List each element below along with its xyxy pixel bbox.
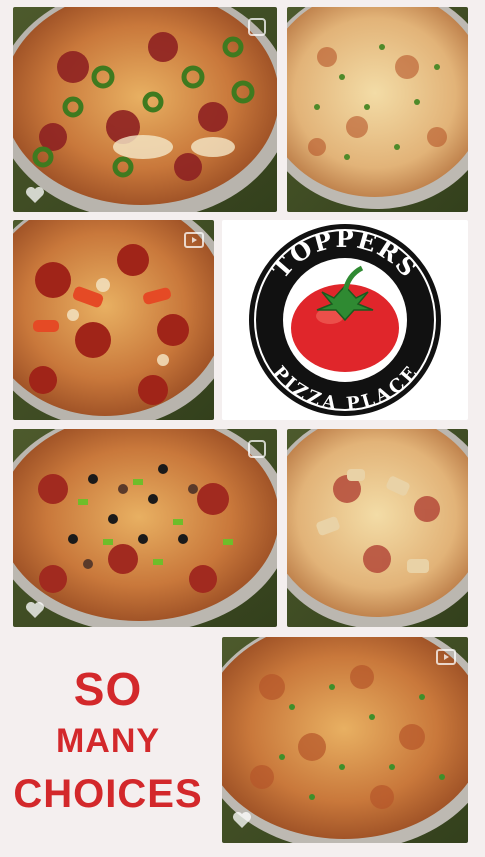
- tagline-line-2: MANY: [55, 722, 161, 760]
- play-icon: [436, 647, 456, 667]
- tagline-line-3: CHOICES: [13, 772, 203, 816]
- multi-image-icon: [247, 439, 267, 459]
- pizza-photo-chicken-ham[interactable]: [287, 429, 468, 627]
- pizza-photo-jalapeno[interactable]: [13, 7, 277, 212]
- heart-icon[interactable]: [25, 601, 45, 619]
- pizza-photo-supreme[interactable]: [13, 429, 277, 627]
- toppers-logo-tile: TOPPERS PIZZA PLACE: [222, 220, 468, 420]
- tagline-line-1: SO: [73, 663, 143, 715]
- pizza-photo-cheese-herb[interactable]: [287, 7, 468, 212]
- play-icon: [184, 230, 204, 250]
- heart-icon[interactable]: [25, 186, 45, 204]
- multi-image-icon: [247, 17, 267, 37]
- pizza-photo-pepperoni-tomato[interactable]: [13, 220, 214, 420]
- so-many-choices-banner: SO MANY CHOICES: [0, 637, 216, 843]
- heart-icon[interactable]: [232, 811, 252, 829]
- toppers-logo: TOPPERS PIZZA PLACE: [249, 224, 441, 416]
- pizza-photo-herb[interactable]: [222, 637, 468, 843]
